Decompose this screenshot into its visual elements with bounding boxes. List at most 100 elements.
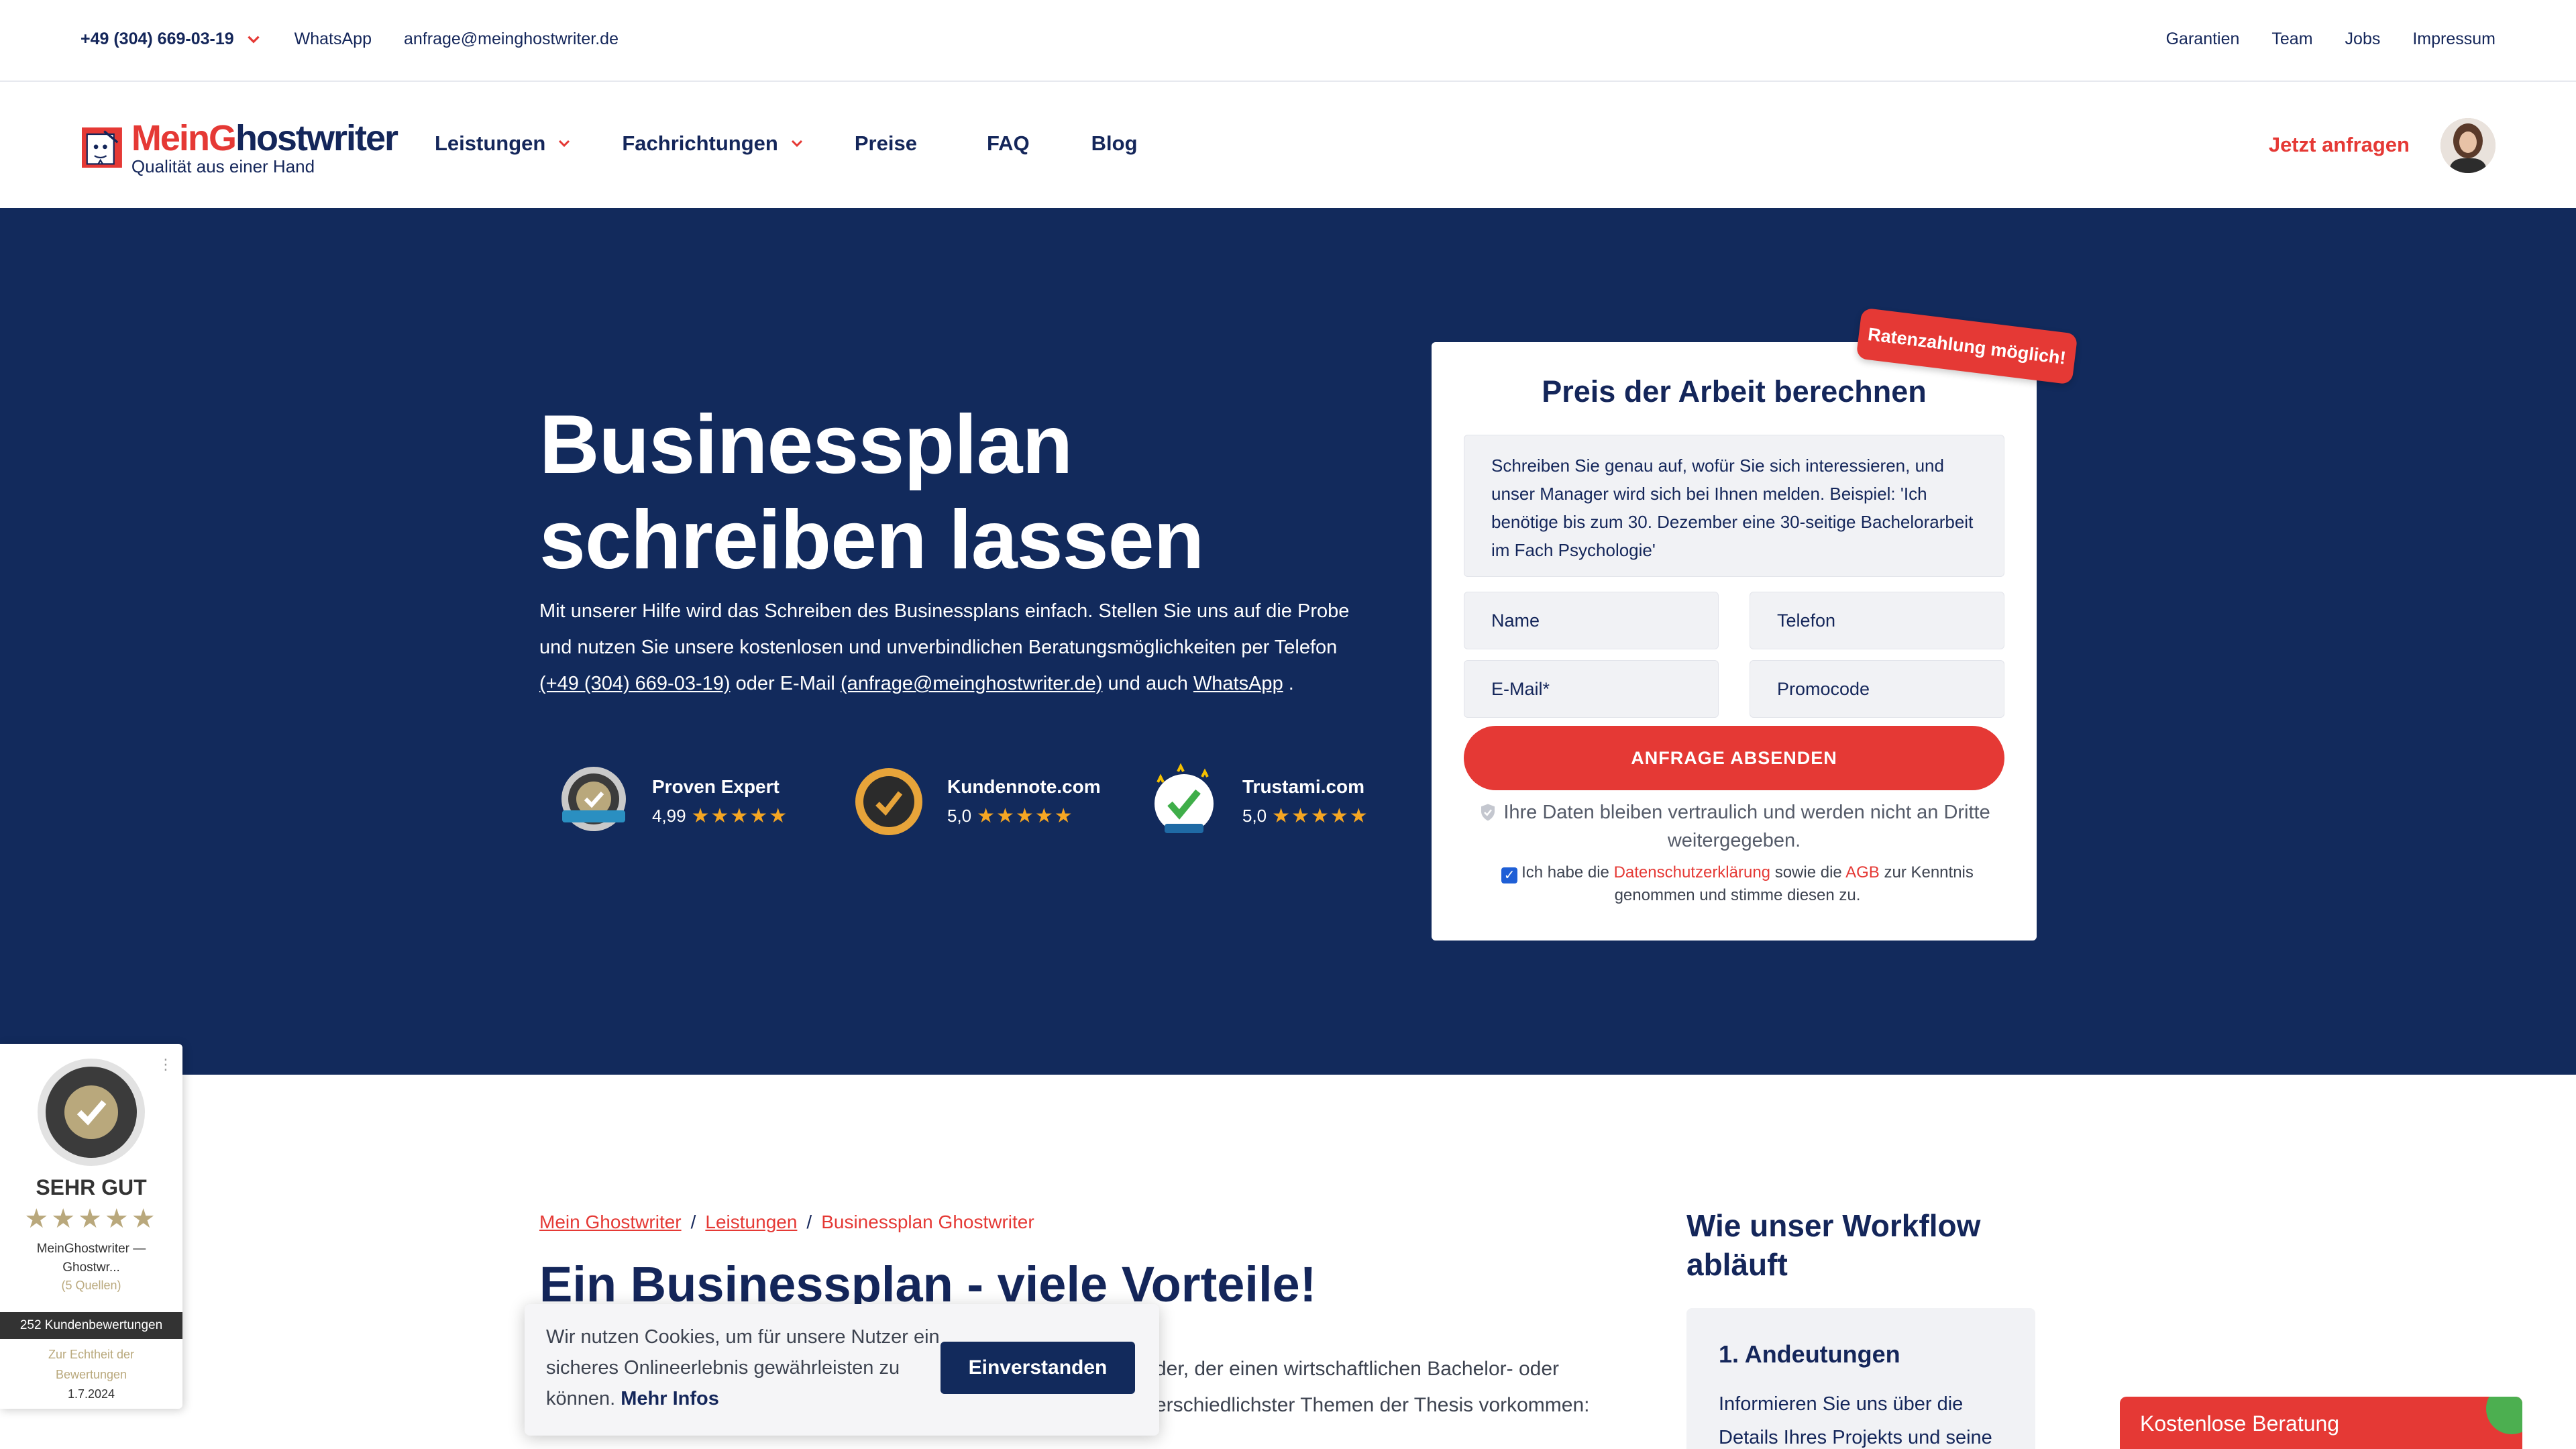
rating-score-row: 4,99 ★★★★★ [652,804,788,828]
breadcrumb-current: Businessplan Ghostwriter [821,1212,1034,1232]
utility-nav: Garantien Team Jobs Impressum [2166,30,2496,49]
proven-expert-seal-icon [38,1059,145,1166]
cookie-more-info-link[interactable]: Mehr Infos [621,1388,719,1409]
logo-name-rest: hostwriter [235,118,398,158]
email-field[interactable]: E-Mail* [1464,660,1719,718]
submit-request-button[interactable]: ANFRAGE ABSENDEN [1464,726,2004,790]
promocode-field[interactable]: Promocode [1750,660,2004,718]
whatsapp-link[interactable]: WhatsApp [294,30,372,49]
rating-provider-name: Proven Expert [652,775,780,797]
nav-item-preise[interactable]: Preise [855,131,917,156]
contact-links: +49 (304) 669-03-19 WhatsApp anfrage@mei… [80,30,619,49]
phone-link[interactable]: +49 (304) 669-03-19 [80,30,234,49]
cookie-banner: Wir nutzen Cookies, um für unsere Nutzer… [525,1304,1159,1436]
utility-link-team[interactable]: Team [2271,30,2312,49]
consent-checkbox[interactable]: ✓ [1501,867,1518,883]
rating-score: 5,0 [1242,805,1267,826]
nav-label-blog: Blog [1091,131,1138,155]
consent-row: ✓ Ich habe die Datenschutzerklärung sowie… [1496,861,1979,907]
cookie-accept-button[interactable]: Einverstanden [941,1342,1135,1394]
hero-text-part: Mit unserer Hilfe wird das Schreiben des… [539,600,1350,658]
pe-authenticity-link[interactable]: Zur Echtheit der Bewertungen [0,1344,182,1385]
breadcrumb: Mein Ghostwriter / Leistungen / Business… [539,1212,1034,1233]
rating-score: 4,99 [652,805,686,826]
logo-tagline: Qualität aus einer Hand [131,156,315,176]
workflow-step-text: Informieren Sie uns über die Details Ihr… [1719,1393,1992,1448]
consultant-avatar[interactable] [2440,118,2496,173]
breadcrumb-leistungen[interactable]: Leistungen [705,1212,797,1233]
nav-item-faq[interactable]: FAQ [987,131,1030,156]
pe-sources: (5 Quellen) [61,1279,121,1292]
logo-name: MeinGhostwriter [131,118,398,158]
proven-expert-seal-icon [561,767,626,831]
rating-score: 5,0 [947,805,972,826]
rating-kundennote[interactable]: Kundennote.com 5,0 ★★★★★ [849,762,1104,841]
more-options-icon[interactable]: ⋮ [158,1056,173,1073]
main-navbar: MeinGhostwriter Qualität aus einer Hand … [0,83,2576,208]
rating-badges: Proven Expert 4,99 ★★★★★ Kundennote.com 5… [554,762,1399,841]
rating-score-row: 5,0 ★★★★★ [947,804,1101,828]
nav-label-leistungen: Leistungen [435,131,546,155]
workflow-step-card: 1. Andeutungen Informieren Sie uns über … [1686,1308,2035,1449]
utility-link-garantien[interactable]: Garantien [2166,30,2240,49]
form-title: Preis der Arbeit berechnen [1542,374,1927,409]
cookie-text: Wir nutzen Cookies, um für unsere Nutzer… [546,1322,949,1414]
star-rating-icon: ★★★★★ [977,804,1074,827]
phone-dropdown[interactable]: +49 (304) 669-03-19 [80,30,262,49]
rating-info: Trustami.com 5,0 ★★★★★ [1242,776,1369,828]
datenschutz-link[interactable]: Datenschutzerklärung [1614,863,1770,881]
chevron-down-icon [247,36,260,44]
logo-wordmark: MeinGhostwriter Qualität aus einer Hand [131,118,398,176]
chat-label: Kostenlose Beratung [2140,1411,2340,1436]
price-calculator-form: Preis der Arbeit berechnen Schreiben Sie… [1432,342,2037,941]
hero-text-part: und auch [1102,673,1193,694]
rating-trustami[interactable]: Trustami.com 5,0 ★★★★★ [1144,762,1399,841]
logo-name-g: G [208,118,237,158]
breadcrumb-home[interactable]: Mein Ghostwriter [539,1212,682,1233]
cookie-message: Wir nutzen Cookies, um für unsere Nutzer… [546,1326,940,1409]
hero-description: Mit unserer Hilfe wird das Schreiben des… [539,593,1371,702]
breadcrumb-separator: / [806,1212,812,1232]
jetzt-anfragen-link[interactable]: Jetzt anfragen [2269,133,2410,157]
nav-item-leistungen[interactable]: Leistungen [435,131,572,156]
kundennote-seal-icon [855,768,922,835]
utility-link-impressum[interactable]: Impressum [2412,30,2496,49]
rating-info: Proven Expert 4,99 ★★★★★ [652,776,788,828]
hero-whatsapp-link[interactable]: WhatsApp [1193,673,1283,694]
utility-link-jobs[interactable]: Jobs [2345,30,2381,49]
star-rating-icon: ★★★★★ [24,1204,158,1234]
nav-label-fachrichtungen: Fachrichtungen [622,131,778,155]
phone-field[interactable]: Telefon [1750,592,2004,649]
chevron-down-icon [791,140,802,148]
rating-proven-expert[interactable]: Proven Expert 4,99 ★★★★★ [554,762,809,841]
logo-name-prefix: Mein [131,118,210,158]
online-status-icon [2486,1397,2522,1434]
nav-item-blog[interactable]: Blog [1091,131,1138,156]
rating-info: Kundennote.com 5,0 ★★★★★ [947,776,1101,828]
email-link[interactable]: anfrage@meinghostwriter.de [404,30,619,49]
rating-provider-name: Trustami.com [1242,775,1365,797]
star-rating-icon: ★★★★★ [1272,804,1369,827]
shield-icon [1481,804,1495,821]
agb-link[interactable]: AGB [1845,863,1880,881]
name-field[interactable]: Name [1464,592,1719,649]
privacy-note: Ihre Daten bleiben vertraulich und werde… [1472,798,1996,855]
body-text-line: der, der einen wirtschaftlichen Bachelor… [1155,1358,1559,1380]
body-text-line: erschiedlichster Themen der Thesis vorko… [1155,1394,1590,1416]
avatar-image [2440,118,2496,173]
site-logo[interactable]: MeinGhostwriter Qualität aus einer Hand [82,111,398,184]
rating-score-row: 5,0 ★★★★★ [1242,804,1369,828]
workflow-step-title: 1. Andeutungen [1719,1340,1900,1368]
rating-provider-name: Kundennote.com [947,775,1101,797]
nav-menu: Leistungen Fachrichtungen Preise FAQ Blo… [435,131,1187,156]
free-consultation-chat-tab[interactable]: Kostenlose Beratung [2120,1397,2522,1449]
message-textarea[interactable]: Schreiben Sie genau auf, wofür Sie sich … [1464,435,2004,577]
page-title: Businessplan schreiben lassen [539,398,1204,586]
hero-email-link[interactable]: (anfrage@meinghostwriter.de) [841,673,1103,694]
hero-phone-link[interactable]: (+49 (304) 669-03-19) [539,673,731,694]
nav-item-fachrichtungen[interactable]: Fachrichtungen [622,131,805,156]
pe-review-count: 252 Kundenbewertungen [0,1312,182,1339]
consent-text: Ich habe die [1521,863,1614,881]
proven-expert-widget[interactable]: ⋮ SEHR GUT ★★★★★ MeinGhostwriter — Ghost… [0,1044,182,1409]
hero-section: Businessplan schreiben lassen Mit unsere… [0,208,2576,1075]
